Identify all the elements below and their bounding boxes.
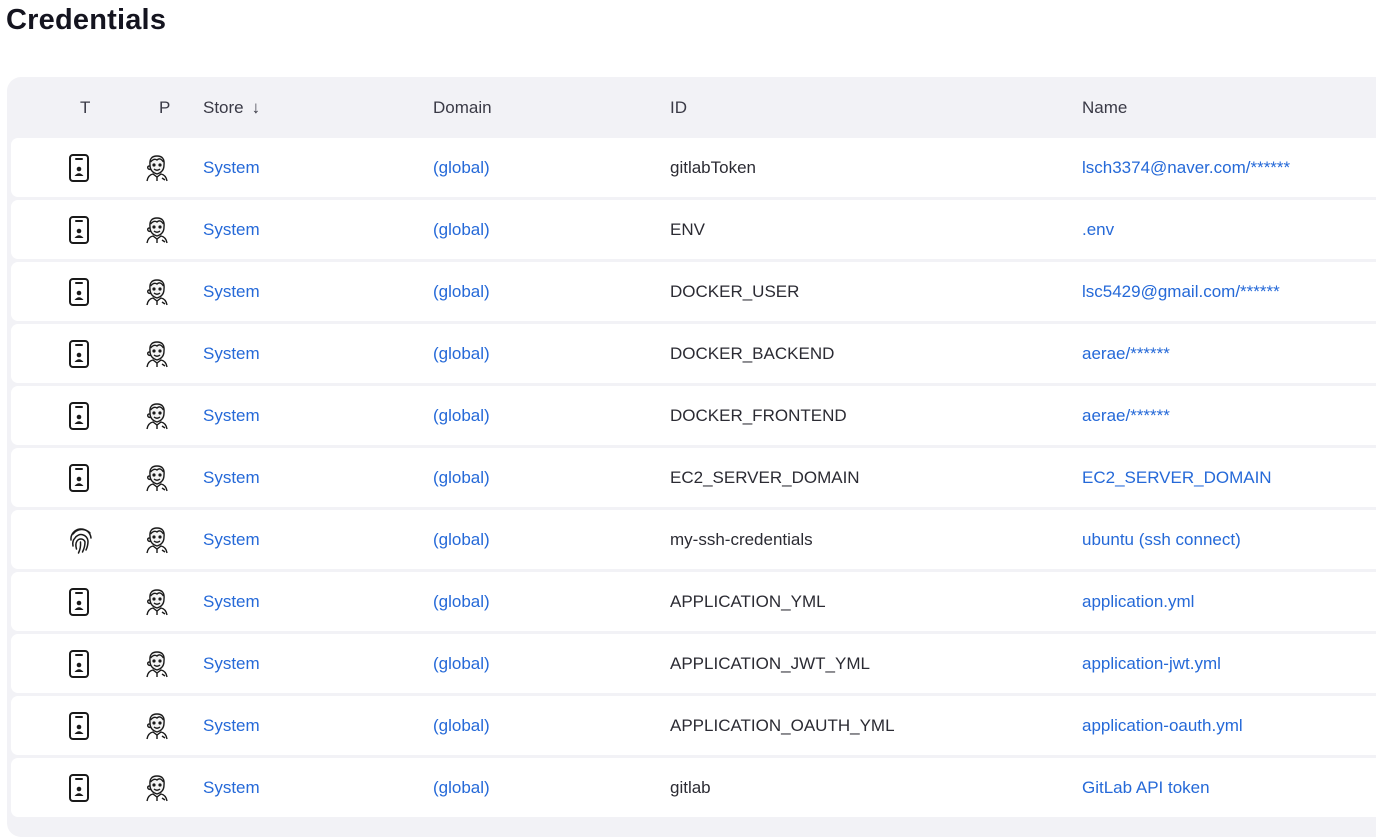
mobile-id-icon [67, 401, 95, 431]
column-header-name[interactable]: Name [1082, 98, 1127, 118]
mobile-id-icon [67, 587, 95, 617]
jenkins-icon [143, 401, 171, 431]
credential-id: DOCKER_BACKEND [670, 344, 835, 363]
table-row: System (global) APPLICATION_OAUTH_YML appli… [11, 696, 1376, 755]
credential-name-link[interactable]: EC2_SERVER_DOMAIN [1082, 448, 1272, 507]
mobile-id-icon [67, 711, 95, 741]
table-row: System (global) DOCKER_BACKEND aerae/****** [11, 324, 1376, 383]
table-row: System (global) gitlab GitLab API token [11, 758, 1376, 817]
jenkins-icon [143, 463, 171, 493]
credentials-table: T P Store ↓ Domain ID Name System (global)… [7, 77, 1376, 837]
store-link[interactable]: System [203, 510, 260, 569]
credential-name-link[interactable]: aerae/****** [1082, 386, 1170, 445]
store-link[interactable]: System [203, 386, 260, 445]
jenkins-icon [143, 773, 171, 803]
sort-descending-icon: ↓ [251, 98, 261, 117]
store-link[interactable]: System [203, 448, 260, 507]
jenkins-icon [143, 525, 171, 555]
credential-name-link[interactable]: application.yml [1082, 572, 1194, 631]
credential-name-link[interactable]: application-jwt.yml [1082, 634, 1221, 693]
store-link[interactable]: System [203, 324, 260, 383]
table-row: System (global) APPLICATION_YML application… [11, 572, 1376, 631]
mobile-id-icon [67, 773, 95, 803]
credential-name-link[interactable]: lsch3374@naver.com/****** [1082, 138, 1290, 197]
jenkins-icon [143, 711, 171, 741]
jenkins-icon [143, 215, 171, 245]
credential-id: DOCKER_USER [670, 282, 800, 301]
credential-name-link[interactable]: GitLab API token [1082, 758, 1210, 817]
store-link[interactable]: System [203, 200, 260, 259]
domain-link[interactable]: (global) [433, 200, 490, 259]
column-header-type[interactable]: T [80, 98, 90, 118]
fingerprint-icon [67, 525, 95, 555]
mobile-id-icon [67, 277, 95, 307]
credential-id: APPLICATION_YML [670, 592, 826, 611]
column-header-provider[interactable]: P [159, 98, 170, 118]
credential-id: my-ssh-credentials [670, 530, 813, 549]
store-link[interactable]: System [203, 138, 260, 197]
credential-id: APPLICATION_OAUTH_YML [670, 716, 895, 735]
store-link[interactable]: System [203, 634, 260, 693]
domain-link[interactable]: (global) [433, 386, 490, 445]
column-header-id[interactable]: ID [670, 98, 687, 118]
domain-link[interactable]: (global) [433, 324, 490, 383]
domain-link[interactable]: (global) [433, 572, 490, 631]
credential-id: gitlabToken [670, 158, 757, 177]
domain-link[interactable]: (global) [433, 634, 490, 693]
credential-id: APPLICATION_JWT_YML [670, 654, 870, 673]
jenkins-icon [143, 649, 171, 679]
table-row: System (global) DOCKER_FRONTEND aerae/*****… [11, 386, 1376, 445]
credential-name-link[interactable]: .env [1082, 200, 1114, 259]
domain-link[interactable]: (global) [433, 758, 490, 817]
credential-id: EC2_SERVER_DOMAIN [670, 468, 860, 487]
credential-name-link[interactable]: ubuntu (ssh connect) [1082, 510, 1241, 569]
credential-id: DOCKER_FRONTEND [670, 406, 847, 425]
mobile-id-icon [67, 339, 95, 369]
credential-name-link[interactable]: aerae/****** [1082, 324, 1170, 383]
credential-id: gitlab [670, 778, 711, 797]
store-link[interactable]: System [203, 572, 260, 631]
domain-link[interactable]: (global) [433, 510, 490, 569]
credential-id: ENV [670, 220, 705, 239]
jenkins-icon [143, 587, 171, 617]
mobile-id-icon [67, 649, 95, 679]
domain-link[interactable]: (global) [433, 262, 490, 321]
mobile-id-icon [67, 215, 95, 245]
table-row: System (global) my-ssh-credentials ubuntu (… [11, 510, 1376, 569]
store-link[interactable]: System [203, 696, 260, 755]
jenkins-icon [143, 277, 171, 307]
mobile-id-icon [67, 153, 95, 183]
table-row: System (global) EC2_SERVER_DOMAIN EC2_SERVE… [11, 448, 1376, 507]
credential-name-link[interactable]: application-oauth.yml [1082, 696, 1243, 755]
column-header-domain[interactable]: Domain [433, 98, 492, 118]
jenkins-icon [143, 339, 171, 369]
table-row: System (global) ENV .env [11, 200, 1376, 259]
column-header-store[interactable]: Store ↓ [203, 98, 260, 118]
domain-link[interactable]: (global) [433, 696, 490, 755]
page-title: Credentials [6, 4, 167, 36]
table-row: System (global) gitlabToken lsch3374@naver.… [11, 138, 1376, 197]
credential-name-link[interactable]: lsc5429@gmail.com/****** [1082, 262, 1280, 321]
table-row: System (global) DOCKER_USER lsc5429@gmail.c… [11, 262, 1376, 321]
column-header-store-label: Store [203, 98, 244, 117]
jenkins-icon [143, 153, 171, 183]
mobile-id-icon [67, 463, 95, 493]
store-link[interactable]: System [203, 262, 260, 321]
table-row: System (global) APPLICATION_JWT_YML applica… [11, 634, 1376, 693]
domain-link[interactable]: (global) [433, 138, 490, 197]
store-link[interactable]: System [203, 758, 260, 817]
domain-link[interactable]: (global) [433, 448, 490, 507]
